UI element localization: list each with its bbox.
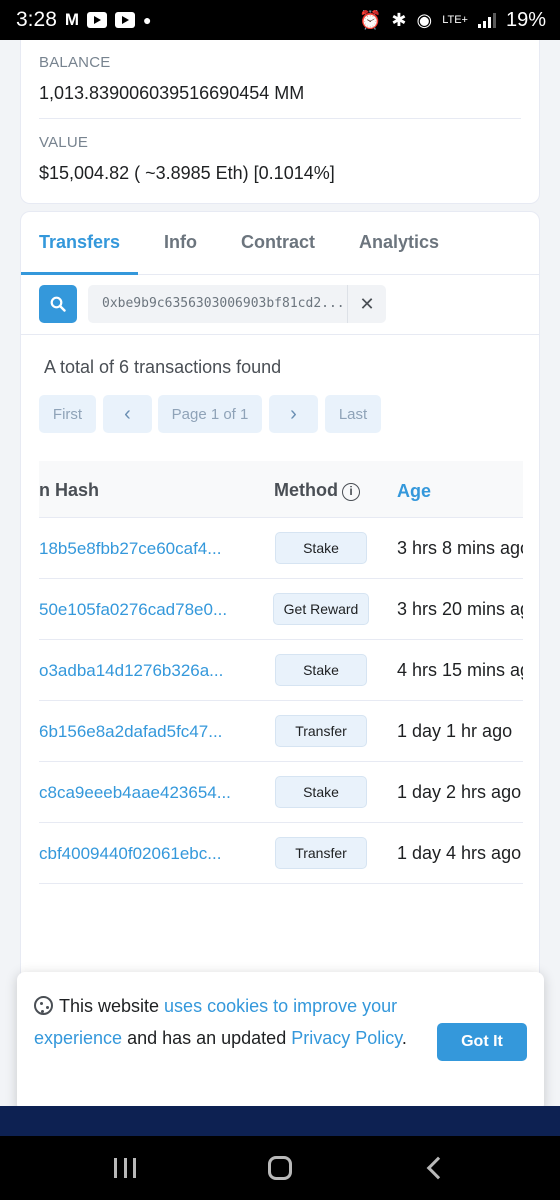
- youtube-icon: [87, 12, 108, 28]
- txn-age: 1 day 1 hr ago: [397, 721, 513, 741]
- txn-age: 1 day 2 hrs ago: [397, 782, 522, 802]
- cookie-text-part: .: [401, 1028, 407, 1048]
- table-row: 50e105fa0276cad78e0... Get Reward 3 hrs …: [39, 579, 523, 640]
- transactions-table: n Hash Method i Age 18b5e8fbb27ce60caf4..…: [39, 461, 523, 981]
- status-time: 3:28: [16, 8, 57, 31]
- transaction-count: A total of 6 transactions found: [44, 357, 282, 377]
- method-badge: Stake: [275, 532, 367, 564]
- table-row: o3adba14d1276b326a... Stake 4 hrs 15 min…: [39, 640, 523, 701]
- next-page-button[interactable]: ›: [269, 395, 318, 433]
- divider: [39, 118, 521, 119]
- last-page-button[interactable]: Last: [325, 395, 381, 433]
- balance-value: 1,013.839006039516690454 MM: [39, 83, 305, 103]
- value-label: VALUE: [39, 134, 89, 151]
- notification-dot-icon: ●: [143, 12, 152, 28]
- txn-age: 4 hrs 15 mins ago: [397, 660, 523, 680]
- cookie-text-part: and has an updated: [122, 1028, 292, 1048]
- header-method: Method i: [274, 480, 360, 501]
- active-tab-indicator: [21, 272, 138, 275]
- txn-hash-link[interactable]: cbf4009440f02061ebc...: [39, 844, 247, 864]
- home-button[interactable]: [268, 1156, 292, 1180]
- txn-age: 3 hrs 20 mins ago: [397, 599, 523, 619]
- transfers-card: Transfers Info Contract Analytics 0xbe9b…: [20, 211, 540, 991]
- txn-hash-link[interactable]: o3adba14d1276b326a...: [39, 661, 247, 681]
- search-icon: [50, 296, 66, 312]
- got-it-button[interactable]: Got It: [437, 1023, 527, 1061]
- address-filter[interactable]: 0xbe9b9c6356303006903bf81cd2... ✕: [88, 285, 386, 323]
- privacy-policy-link[interactable]: Privacy Policy: [291, 1028, 402, 1048]
- tab-bar: Transfers Info Contract Analytics: [21, 212, 539, 275]
- txn-hash-link[interactable]: 50e105fa0276cad78e0...: [39, 600, 247, 620]
- tab-info[interactable]: Info: [164, 232, 197, 253]
- method-badge: Stake: [275, 654, 367, 686]
- method-badge: Get Reward: [273, 593, 369, 625]
- cookie-icon: [34, 996, 53, 1015]
- header-method-label: Method: [274, 480, 338, 500]
- prev-page-button[interactable]: ‹: [103, 395, 152, 433]
- value-value: $15,004.82 ( ~3.8985 Eth) [0.1014%]: [39, 163, 335, 183]
- search-button[interactable]: [39, 285, 77, 323]
- table-row: c8ca9eeeb4aae423654... Stake 1 day 2 hrs…: [39, 762, 523, 823]
- table-row: 18b5e8fbb27ce60caf4... Stake 3 hrs 8 min…: [39, 518, 523, 579]
- txn-age: 1 day 4 hrs ago: [397, 843, 522, 863]
- clear-filter-button[interactable]: ✕: [348, 285, 386, 323]
- section-divider: [21, 334, 539, 335]
- cookie-message: This website uses cookies to improve you…: [34, 990, 429, 1054]
- system-nav-bar: [0, 1136, 560, 1200]
- gmail-icon: M: [64, 10, 80, 29]
- cookie-banner: This website uses cookies to improve you…: [17, 972, 544, 1112]
- txn-hash-link[interactable]: c8ca9eeeb4aae423654...: [39, 783, 247, 803]
- cookie-text-part: This website: [59, 996, 165, 1016]
- battery-level: 19%: [505, 8, 546, 31]
- close-icon: ✕: [359, 293, 375, 314]
- tab-contract[interactable]: Contract: [241, 232, 315, 253]
- info-icon[interactable]: i: [341, 483, 360, 501]
- txn-age: 3 hrs 8 mins ago: [397, 538, 523, 558]
- summary-card: BALANCE 1,013.839006039516690454 MM VALU…: [20, 40, 540, 204]
- signal-icon: [477, 12, 496, 28]
- filter-address: 0xbe9b9c6356303006903bf81cd2...: [102, 296, 345, 311]
- table-row: cbf4009440f02061ebc... Transfer 1 day 4 …: [39, 823, 523, 884]
- header-age[interactable]: Age: [397, 481, 431, 502]
- hotspot-icon: ◉: [416, 9, 433, 30]
- header-txn-hash: n Hash: [39, 480, 100, 500]
- youtube-icon-2: [115, 12, 136, 28]
- balance-label: BALANCE: [39, 54, 111, 71]
- method-badge: Transfer: [275, 715, 367, 747]
- method-badge: Transfer: [275, 837, 367, 869]
- recent-apps-button[interactable]: [114, 1158, 136, 1178]
- txn-hash-link[interactable]: 6b156e8a2dafad5fc47...: [39, 722, 247, 742]
- table-row: 6b156e8a2dafad5fc47... Transfer 1 day 1 …: [39, 701, 523, 762]
- site-footer: [0, 1106, 560, 1136]
- tab-analytics[interactable]: Analytics: [359, 232, 439, 253]
- back-button[interactable]: [426, 1156, 450, 1180]
- alarm-icon: ⏰: [358, 9, 382, 30]
- txn-hash-link[interactable]: 18b5e8fbb27ce60caf4...: [39, 539, 247, 559]
- table-header: n Hash Method i Age: [39, 461, 523, 518]
- bluetooth-icon: ✱: [391, 9, 407, 30]
- network-type: LTE+: [442, 13, 468, 26]
- first-page-button[interactable]: First: [39, 395, 96, 433]
- page-indicator: Page 1 of 1: [158, 395, 262, 433]
- method-badge: Stake: [275, 776, 367, 808]
- status-bar: 3:28 M ● ⏰ ✱ ◉ LTE+ 19%: [0, 0, 560, 40]
- tab-transfers[interactable]: Transfers: [39, 232, 120, 253]
